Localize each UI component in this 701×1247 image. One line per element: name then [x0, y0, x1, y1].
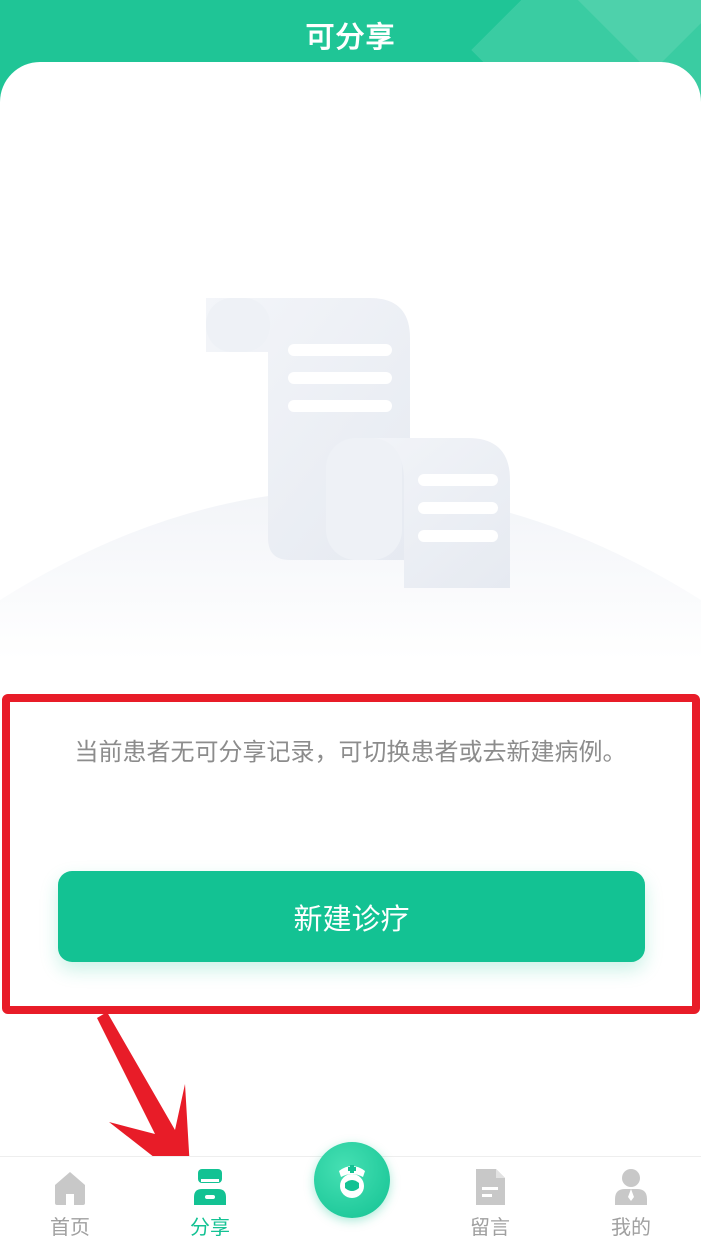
share-doctor-icon	[194, 1169, 226, 1205]
page-title: 可分享	[305, 20, 396, 54]
tab-share-label: 分享	[190, 1215, 230, 1239]
empty-records-illustration	[0, 298, 701, 660]
center-doctor-icon	[339, 1165, 365, 1198]
center-action-button[interactable]	[314, 1142, 390, 1218]
document-icon	[476, 1169, 505, 1205]
new-treatment-button[interactable]: 新建诊疗	[58, 871, 645, 962]
tab-mine-label: 我的	[611, 1215, 651, 1239]
empty-state-message: 当前患者无可分享记录，可切换患者或去新建病例。	[74, 738, 627, 766]
tab-messages[interactable]: 留言	[440, 1157, 540, 1247]
tab-share[interactable]: 分享	[160, 1157, 260, 1247]
tab-messages-label: 留言	[470, 1215, 510, 1239]
tab-home[interactable]: 首页	[20, 1157, 120, 1247]
tab-mine[interactable]: 我的	[581, 1157, 681, 1247]
tab-home-label: 首页	[50, 1215, 90, 1239]
home-icon	[55, 1172, 85, 1205]
user-icon	[615, 1169, 647, 1205]
